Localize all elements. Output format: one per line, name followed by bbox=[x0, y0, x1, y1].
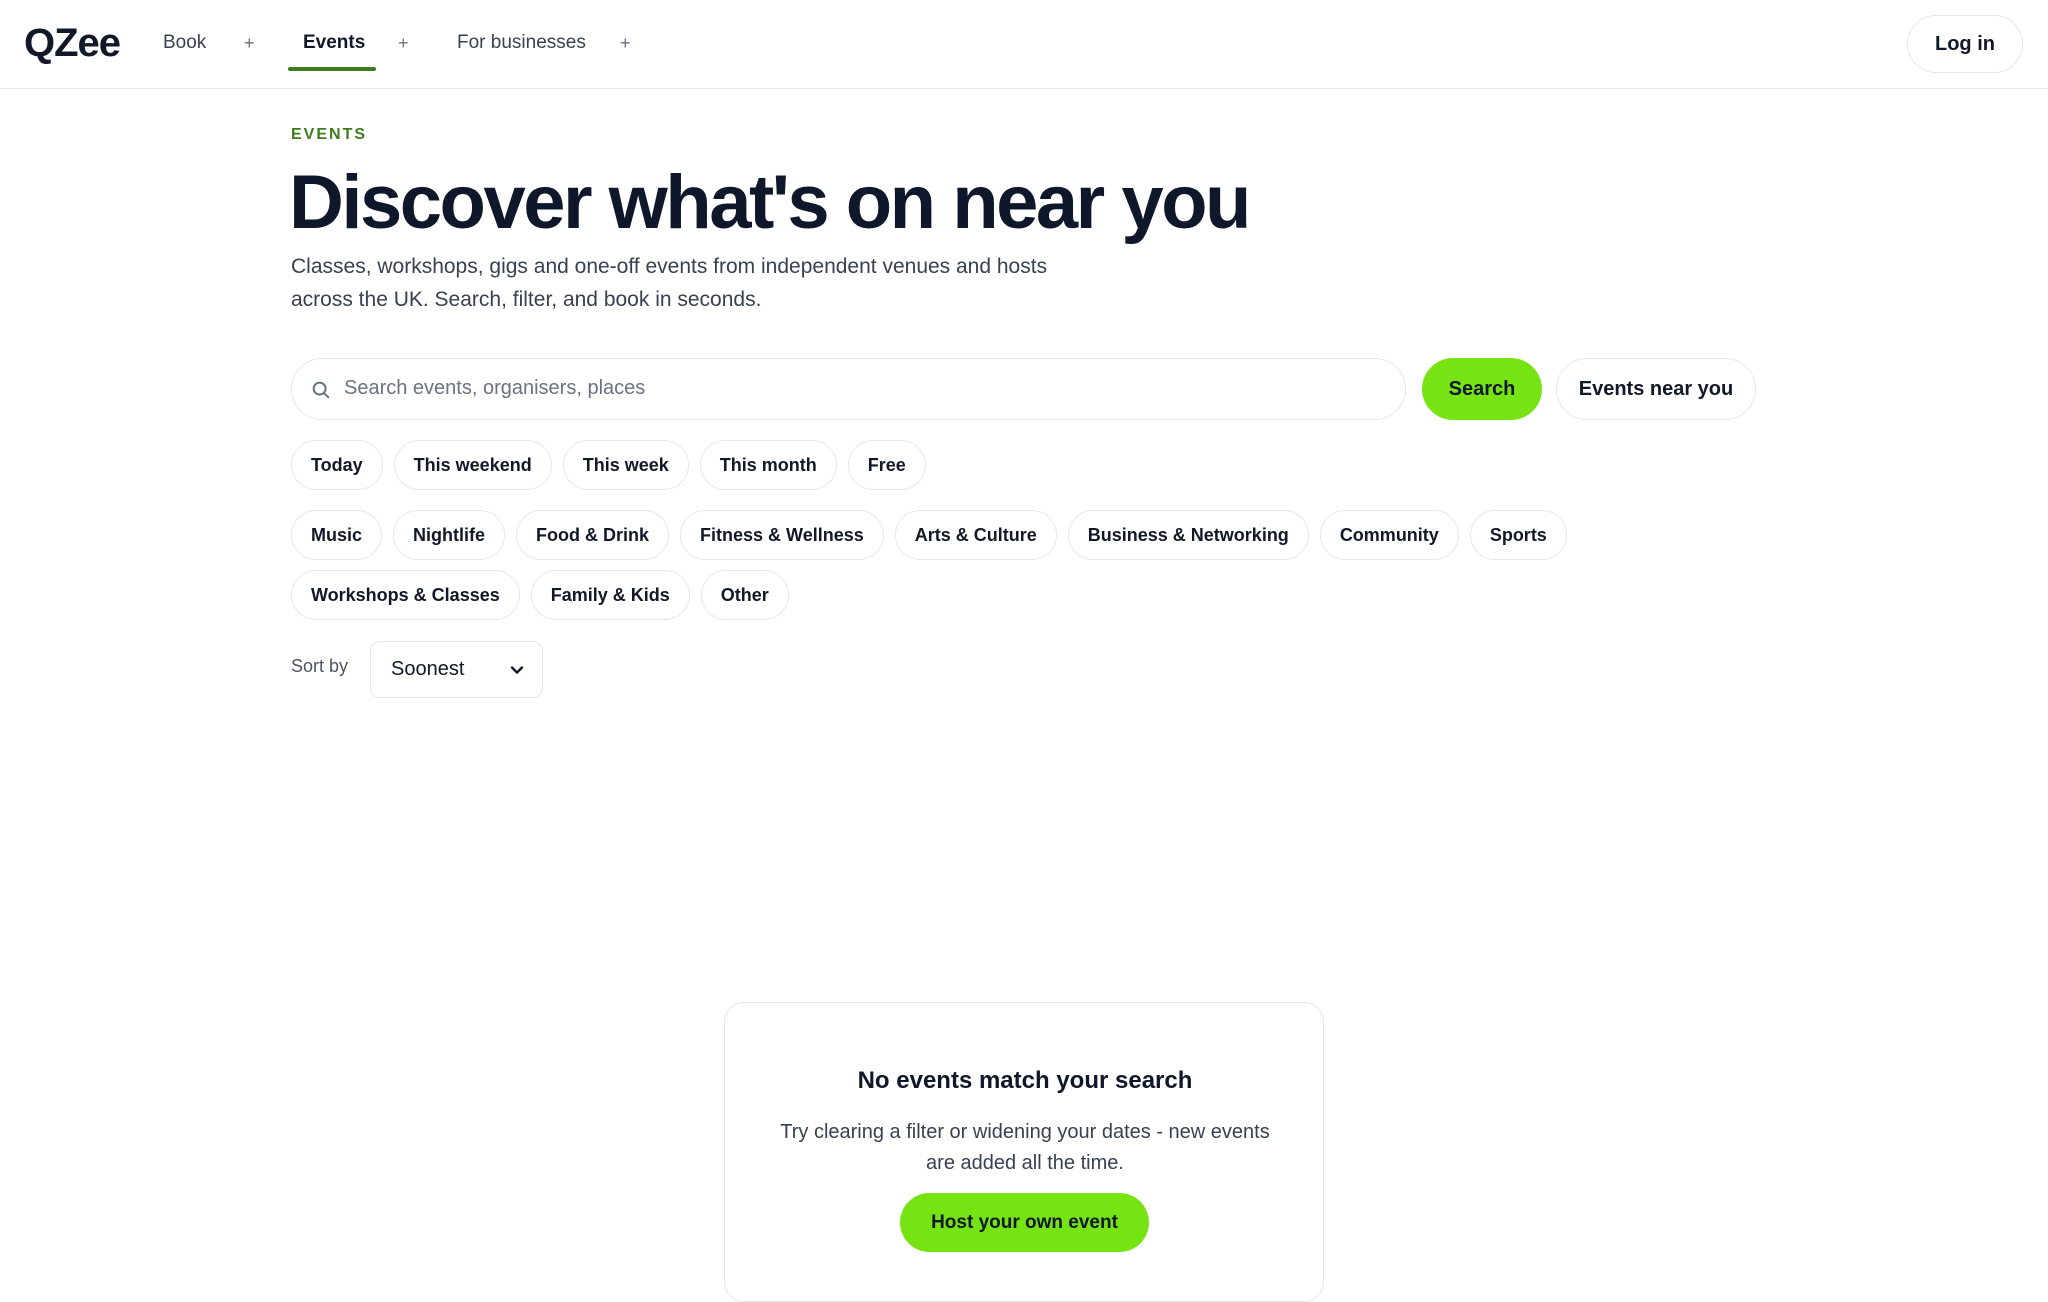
chip-this-week[interactable]: This week bbox=[562, 440, 689, 490]
date-filter-chips: Today This weekend This week This month … bbox=[291, 440, 926, 490]
nav-events-expand-icon[interactable]: + bbox=[398, 28, 409, 58]
sort-select[interactable]: Soonest bbox=[370, 641, 543, 698]
category-chips-row-2: Workshops & Classes Family & Kids Other bbox=[291, 570, 789, 620]
chip-today[interactable]: Today bbox=[291, 440, 383, 490]
chip-family-kids[interactable]: Family & Kids bbox=[530, 570, 690, 620]
search-input[interactable] bbox=[344, 359, 1384, 418]
chip-other[interactable]: Other bbox=[700, 570, 789, 620]
chip-arts-culture[interactable]: Arts & Culture bbox=[894, 510, 1057, 560]
top-navigation-bar: QZee Book + Events + For businesses + Lo… bbox=[0, 0, 2048, 89]
brand-logo[interactable]: QZee bbox=[24, 22, 121, 64]
chevron-down-icon bbox=[510, 665, 524, 674]
chip-sports[interactable]: Sports bbox=[1469, 510, 1567, 560]
login-button[interactable]: Log in bbox=[1907, 15, 2023, 73]
sort-label: Sort by bbox=[291, 656, 349, 676]
search-icon bbox=[312, 381, 330, 399]
chip-music[interactable]: Music bbox=[291, 510, 383, 560]
chip-this-month[interactable]: This month bbox=[699, 440, 837, 490]
host-event-button[interactable]: Host your own event bbox=[900, 1193, 1149, 1252]
sort-selected-value: Soonest bbox=[391, 658, 465, 680]
page-title: Discover what's on near you bbox=[289, 160, 1251, 245]
search-bar[interactable] bbox=[291, 358, 1406, 420]
chip-fitness-wellness[interactable]: Fitness & Wellness bbox=[680, 510, 884, 560]
page-subtitle: Classes, workshops, gigs and one-off eve… bbox=[291, 255, 1048, 311]
empty-state-title: No events match your search bbox=[857, 1067, 1193, 1094]
search-button[interactable]: Search bbox=[1422, 358, 1542, 420]
chip-community[interactable]: Community bbox=[1319, 510, 1459, 560]
nav-businesses-expand-icon[interactable]: + bbox=[620, 28, 631, 58]
events-near-you-button[interactable]: Events near you bbox=[1556, 358, 1756, 420]
chip-food-drink[interactable]: Food & Drink bbox=[516, 510, 670, 560]
chip-free[interactable]: Free bbox=[847, 440, 926, 490]
chip-nightlife[interactable]: Nightlife bbox=[393, 510, 506, 560]
active-tab-indicator bbox=[288, 67, 376, 71]
chip-business-networking[interactable]: Business & Networking bbox=[1067, 510, 1309, 560]
nav-book-expand-icon[interactable]: + bbox=[244, 28, 255, 58]
category-chips-row-1: Music Nightlife Food & Drink Fitness & W… bbox=[291, 510, 1567, 560]
nav-item-for-businesses[interactable]: For businesses bbox=[457, 28, 586, 58]
nav-item-events[interactable]: Events bbox=[303, 28, 365, 58]
empty-state-text: Try clearing a filter or widening your d… bbox=[780, 1121, 1270, 1174]
chip-this-weekend[interactable]: This weekend bbox=[393, 440, 552, 490]
section-eyebrow: EVENTS bbox=[291, 126, 368, 143]
chip-workshops-classes[interactable]: Workshops & Classes bbox=[291, 570, 520, 620]
empty-state-card: No events match your search Try clearing… bbox=[724, 1002, 1324, 1302]
nav-item-book[interactable]: Book bbox=[163, 28, 206, 58]
